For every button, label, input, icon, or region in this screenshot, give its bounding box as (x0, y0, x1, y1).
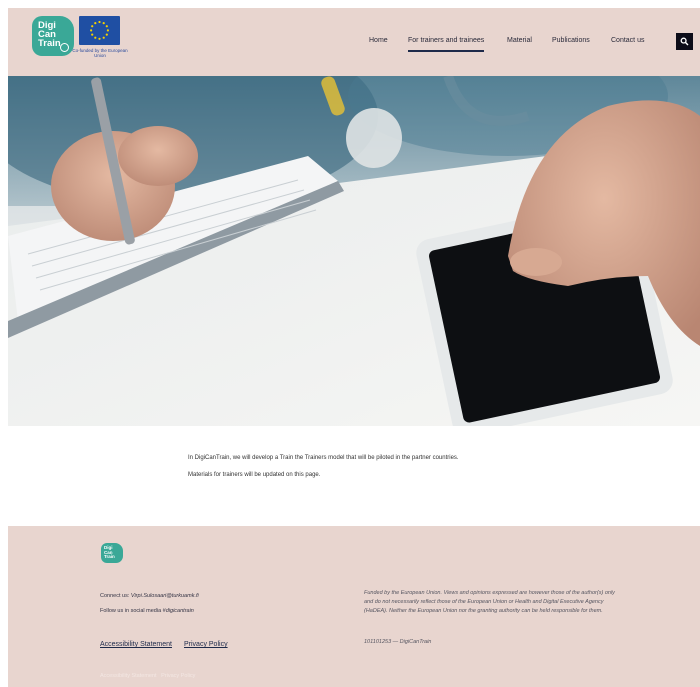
social-label: Follow us in social media (100, 608, 163, 614)
grant-number: 101101253 — DigiCanTrain (364, 639, 432, 645)
eu-flag-icon (79, 16, 120, 45)
accessibility-statement-link[interactable]: Accessibility Statement (100, 641, 172, 648)
search-icon (680, 37, 689, 46)
social-hashtag[interactable]: #digicantrain (163, 608, 194, 614)
contact-label: Connect us: (100, 593, 131, 599)
nav-contact-us[interactable]: Contact us (611, 37, 644, 49)
faded-accessibility-link[interactable]: Accessibility Statement (100, 673, 157, 679)
nav-material[interactable]: Material (507, 37, 532, 49)
contact-email-link[interactable]: Virpi.Sulosaari@turkuamk.fi (131, 593, 199, 599)
faded-privacy-link[interactable]: Privacy Policy (161, 673, 195, 679)
privacy-policy-link[interactable]: Privacy Policy (184, 641, 228, 648)
eu-disclaimer: Funded by the European Union. Views and … (364, 590, 615, 614)
site-footer: Digi Can Train Connect us: Virpi.Sulosaa… (8, 526, 700, 687)
social-line: Follow us in social media #digicantrain (100, 608, 194, 614)
intro-text: In DigiCanTrain, we will develop a Train… (188, 455, 459, 461)
search-button[interactable] (676, 33, 693, 50)
digicantrain-logo[interactable]: Digi Can Train (32, 16, 74, 56)
footer-logo[interactable]: Digi Can Train (101, 543, 123, 563)
nav-home[interactable]: Home (369, 37, 388, 49)
nav-publications[interactable]: Publications (552, 37, 590, 49)
heart-icon (60, 43, 69, 52)
materials-note: Materials for trainers will be updated o… (188, 472, 321, 478)
eu-caption: Co-funded by the European Union (72, 48, 128, 58)
nav-for-trainers-and-trainees[interactable]: For trainers and trainees (408, 37, 485, 52)
contact-line: Connect us: Virpi.Sulosaari@turkuamk.fi (100, 593, 199, 599)
site-header: Digi Can Train Co-funded by the European… (8, 8, 700, 76)
hero-image (8, 76, 700, 426)
footer-logo-text: Digi Can Train (104, 545, 115, 559)
faded-footer-links: Accessibility Statement Privacy Policy (100, 673, 195, 679)
